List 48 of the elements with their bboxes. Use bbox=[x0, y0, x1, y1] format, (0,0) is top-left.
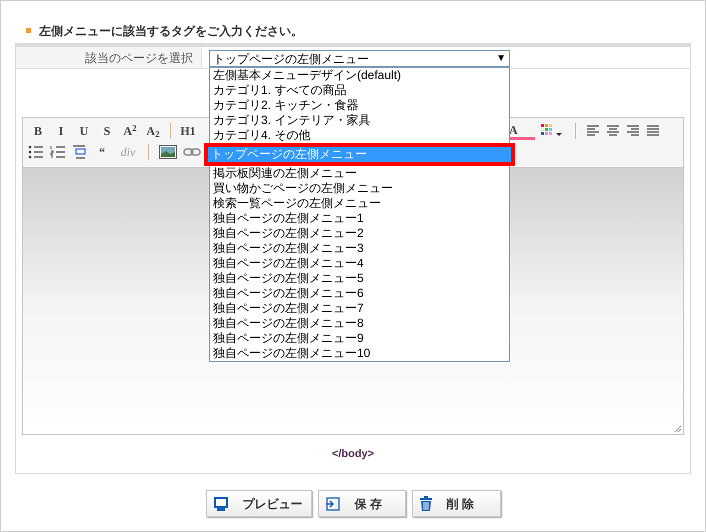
dropdown-option[interactable]: 検索一覧ページの左側メニュー bbox=[210, 196, 509, 211]
dropdown-option[interactable]: 掲示板関連の左側メニュー bbox=[210, 166, 509, 181]
dropdown-option[interactable]: 独自ページの左側メニュー6 bbox=[210, 286, 509, 301]
dropdown-option[interactable]: 独自ページの左側メニュー7 bbox=[210, 301, 509, 316]
dropdown-option[interactable]: 独自ページの左側メニュー8 bbox=[210, 316, 509, 331]
align-right-icon[interactable] bbox=[626, 125, 640, 137]
dropdown-option[interactable]: 独自ページの左側メニュー10 bbox=[210, 346, 509, 361]
dropdown-option[interactable]: カテゴリ2. キッチン・食器 bbox=[210, 98, 509, 113]
color-palette-icon[interactable] bbox=[541, 124, 565, 138]
format-button[interactable]: U bbox=[74, 122, 94, 140]
bullet-list-icon[interactable] bbox=[28, 145, 44, 159]
save-button[interactable]: 保 存 bbox=[318, 490, 406, 517]
bullet-icon bbox=[26, 28, 31, 33]
dropdown-option[interactable]: 独自ページの左側メニュー1 bbox=[210, 211, 509, 226]
format-button[interactable]: S bbox=[97, 122, 117, 140]
format-button[interactable]: H1 bbox=[178, 122, 198, 140]
link-icon[interactable] bbox=[183, 147, 201, 157]
align-center-icon[interactable] bbox=[606, 125, 620, 137]
delete-button[interactable]: 削 除 bbox=[412, 490, 500, 517]
dropdown-option[interactable]: カテゴリ3. インテリア・家具 bbox=[210, 113, 509, 128]
section-heading: 左側メニューに該当するタグをご入力ください。 bbox=[39, 22, 303, 40]
monitor-icon[interactable] bbox=[212, 496, 228, 512]
page-select[interactable]: トップページの左側メニュー ▼ bbox=[209, 50, 510, 67]
dropdown-option[interactable]: 独自ページの左側メニュー4 bbox=[210, 256, 509, 271]
align-left-icon[interactable] bbox=[586, 125, 600, 137]
dropdown-option[interactable]: 左側基本メニューデザイン(default) bbox=[210, 68, 509, 83]
format-button[interactable]: B bbox=[28, 122, 48, 140]
align-justify-icon[interactable] bbox=[646, 125, 660, 137]
format-button[interactable]: “ bbox=[92, 143, 112, 161]
dropdown-option[interactable]: 買い物かごページの左側メニュー bbox=[210, 181, 509, 196]
format-button[interactable]: I bbox=[51, 122, 71, 140]
save-icon[interactable] bbox=[324, 496, 340, 512]
indent-icon[interactable] bbox=[72, 145, 86, 159]
body-tag-label: </body> bbox=[332, 446, 374, 462]
format-button[interactable]: A$^{2}$ bbox=[120, 122, 140, 140]
dropdown-option[interactable]: 独自ページの左側メニュー5 bbox=[210, 271, 509, 286]
dropdown-option[interactable]: 独自ページの左側メニュー9 bbox=[210, 331, 509, 346]
dropdown-option[interactable]: 独自ページの左側メニュー3 bbox=[210, 241, 509, 256]
field-label: 該当のページを選択 bbox=[16, 47, 202, 68]
image-icon[interactable] bbox=[159, 145, 177, 159]
dropdown-option[interactable]: カテゴリ1. すべての商品 bbox=[210, 83, 509, 98]
resize-handle-icon[interactable] bbox=[674, 425, 682, 433]
trash-icon[interactable] bbox=[418, 496, 432, 512]
format-button[interactable]: A$_{2}$ bbox=[143, 122, 163, 140]
dropdown-option[interactable]: 独自ページの左側メニュー2 bbox=[210, 226, 509, 241]
preview-button[interactable]: プレビュー bbox=[206, 490, 312, 517]
dropdown-option[interactable]: カテゴリ4. その他 bbox=[210, 128, 509, 143]
numbered-list-icon[interactable] bbox=[50, 145, 66, 159]
